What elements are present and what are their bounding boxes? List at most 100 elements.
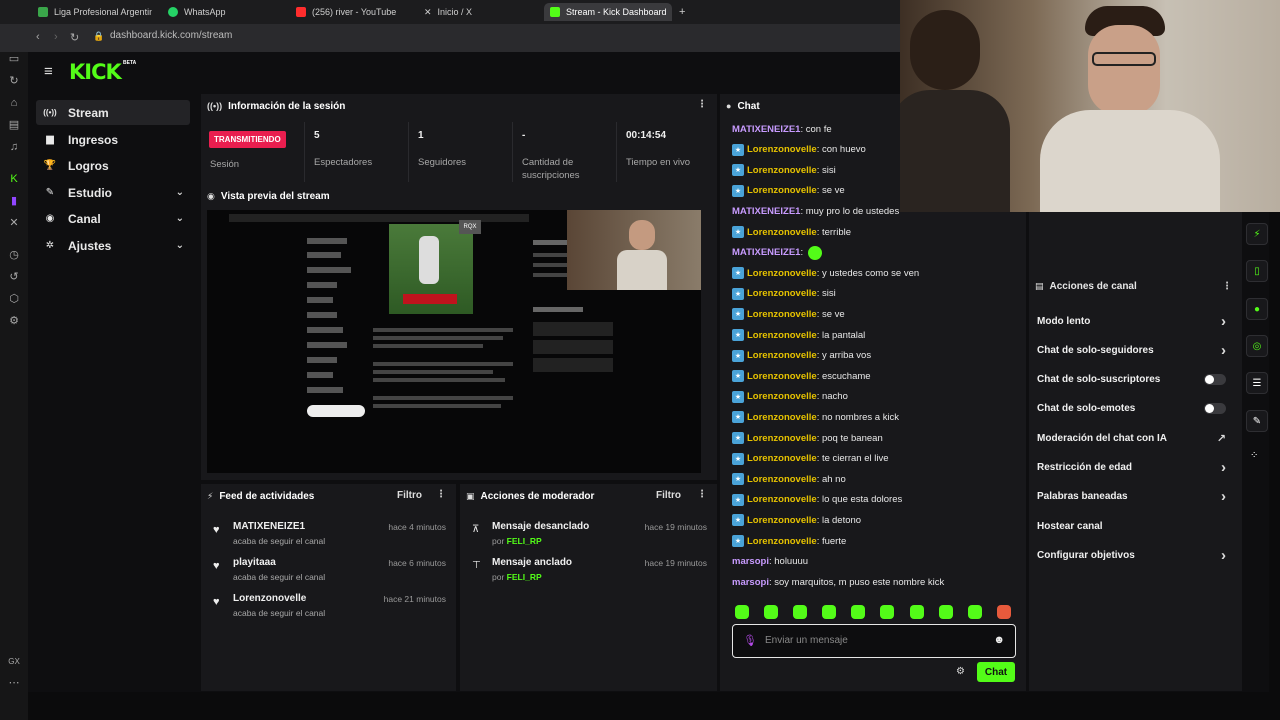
chat-username[interactable]: Lorenzonovelle [747, 494, 817, 505]
music-icon[interactable]: ♫ [7, 140, 21, 154]
emote-icon[interactable] [997, 605, 1011, 619]
tab-liga[interactable]: Liga Profesional Argentina [32, 3, 152, 21]
emote-icon[interactable] [910, 605, 924, 619]
quick-action-broadcast-icon[interactable]: ◎ [1246, 335, 1268, 357]
back-icon[interactable]: ‹ [36, 31, 40, 43]
chat-username[interactable]: Lorenzonovelle [747, 474, 817, 485]
chevron-down-icon[interactable]: ⌄ [176, 213, 184, 224]
chat-settings-gear-icon[interactable]: ⚙ [956, 666, 965, 677]
more-icon[interactable]: ⋯ [7, 676, 21, 690]
quick-action-card-icon[interactable]: ▯ [1246, 260, 1268, 282]
channel-action-item[interactable]: Configurar objetivos › [1037, 545, 1232, 565]
chevron-down-icon[interactable]: ⌄ [176, 187, 184, 198]
channel-action-item[interactable]: Restricción de edad › [1037, 458, 1232, 478]
chat-username[interactable]: Lorenzonovelle [747, 371, 817, 382]
chat-send-button[interactable]: Chat [977, 662, 1015, 682]
sidebar-item-canal[interactable]: ◉ Canal ⌄ [36, 206, 190, 231]
sidebar-item-logros[interactable]: 🏆 Logros [36, 153, 190, 178]
kick-logo[interactable]: KICK [69, 60, 122, 84]
tab-whatsapp[interactable]: WhatsApp [162, 3, 282, 21]
chat-username[interactable]: Lorenzonovelle [747, 515, 817, 526]
emote-icon[interactable] [968, 605, 982, 619]
url-field[interactable]: dashboard.kick.com/stream [110, 30, 232, 41]
chat-username[interactable]: Lorenzonovelle [747, 144, 817, 155]
chat-username[interactable]: Lorenzonovelle [747, 350, 817, 361]
chat-username[interactable]: MATIXENEIZE1 [732, 206, 800, 217]
forward-icon[interactable]: › [54, 31, 58, 43]
chat-username[interactable]: Lorenzonovelle [747, 391, 817, 402]
channel-action-item[interactable]: Moderación del chat con IA ↗ [1037, 428, 1232, 448]
quick-action-list-icon[interactable]: ☰ [1246, 372, 1268, 394]
x-icon[interactable]: ✕ [7, 216, 21, 230]
chat-username[interactable]: Lorenzonovelle [747, 536, 817, 547]
filter-button[interactable]: Filtro [656, 490, 681, 501]
emote-icon[interactable] [735, 605, 749, 619]
emote-icon[interactable] [851, 605, 865, 619]
hamburger-menu-icon[interactable]: ≡ [44, 63, 53, 80]
more-options-icon[interactable]: ⋮ [697, 99, 707, 110]
quick-action-share-icon[interactable]: ⁘ [1250, 450, 1258, 461]
tab-x[interactable]: ✕ Inicio / X [418, 3, 538, 21]
emoji-icon[interactable]: ☻ [993, 634, 1005, 646]
chat-username[interactable]: Lorenzonovelle [747, 165, 817, 176]
channel-action-item[interactable]: Chat de solo-suscriptores [1037, 370, 1232, 390]
moderator-user[interactable]: FELI_RP [507, 536, 542, 546]
clock-icon[interactable]: ◷ [7, 248, 21, 262]
emote-icon[interactable] [764, 605, 778, 619]
panel-icon[interactable]: ▭ [7, 52, 21, 66]
chat-username[interactable]: MATIXENEIZE1 [732, 247, 800, 258]
chat-username[interactable]: MATIXENEIZE1 [732, 124, 800, 135]
stream-preview-image[interactable]: RQX [207, 210, 701, 473]
refresh-icon[interactable]: ↻ [7, 74, 21, 88]
gear-icon[interactable]: ⚙ [7, 314, 21, 328]
chat-username[interactable]: Lorenzonovelle [747, 185, 817, 196]
chat-username[interactable]: marsopi [732, 556, 769, 567]
channel-action-item[interactable]: Modo lento › [1037, 311, 1232, 331]
channel-action-item[interactable]: Palabras baneadas › [1037, 487, 1232, 507]
quick-action-chat-icon[interactable]: ● [1246, 298, 1268, 320]
shop-icon[interactable]: ⌂ [7, 96, 21, 110]
chat-username[interactable]: Lorenzonovelle [747, 268, 817, 279]
chat-username[interactable]: Lorenzonovelle [747, 453, 817, 464]
chat-username[interactable]: Lorenzonovelle [747, 412, 817, 423]
more-options-icon[interactable]: ⋮ [436, 489, 446, 500]
chat-input-box[interactable]: 🎙 Enviar un mensaje ☻ [732, 624, 1016, 658]
emote-icon[interactable] [939, 605, 953, 619]
chat-username[interactable]: Lorenzonovelle [747, 288, 817, 299]
chat-username[interactable]: Lorenzonovelle [747, 309, 817, 320]
sidebar-item-estudio[interactable]: ✎ Estudio ⌄ [36, 180, 190, 205]
cube-icon[interactable]: ⬡ [7, 292, 21, 306]
channel-action-item[interactable]: Hostear canal [1037, 516, 1232, 536]
chat-username[interactable]: Lorenzonovelle [747, 330, 817, 341]
news-icon[interactable]: ▤ [7, 118, 21, 132]
more-options-icon[interactable]: ⋮ [1222, 281, 1232, 292]
history-icon[interactable]: ↺ [7, 270, 21, 284]
chat-username[interactable]: Lorenzonovelle [747, 227, 817, 238]
channel-action-item[interactable]: Chat de solo-emotes [1037, 399, 1232, 419]
microphone-icon[interactable]: 🎙 [743, 634, 757, 647]
reload-icon[interactable]: ↻ [70, 31, 79, 44]
channel-action-item[interactable]: Chat de solo-seguidores › [1037, 340, 1232, 360]
quick-action-tool-icon[interactable]: ✎ [1246, 410, 1268, 432]
sidebar-item-ajustes[interactable]: ✲ Ajustes ⌄ [36, 233, 190, 258]
quick-action-bolt-icon[interactable]: ⚡ [1246, 223, 1268, 245]
twitch-icon[interactable]: ▮ [7, 194, 21, 208]
sidebar-item-stream[interactable]: ((•)) Stream [36, 100, 190, 125]
more-options-icon[interactable]: ⋮ [697, 489, 707, 500]
new-tab-button[interactable]: + [673, 3, 689, 21]
sidebar-item-ingresos[interactable]: ▆ Ingresos [36, 127, 190, 152]
toggle-switch[interactable] [1204, 374, 1226, 386]
emote-icon[interactable] [880, 605, 894, 619]
tab-kick-dashboard[interactable]: Stream - Kick Dashboard [544, 3, 672, 21]
emote-icon[interactable] [822, 605, 836, 619]
toggle-switch[interactable] [1204, 403, 1226, 415]
emote-icon[interactable] [793, 605, 807, 619]
chat-username[interactable]: marsopi [732, 577, 769, 588]
chat-username[interactable]: Lorenzonovelle [747, 433, 817, 444]
filter-button[interactable]: Filtro [397, 490, 422, 501]
moderator-user[interactable]: FELI_RP [507, 572, 542, 582]
chevron-down-icon[interactable]: ⌄ [176, 240, 184, 251]
tab-youtube[interactable]: (256) river - YouTube [290, 3, 410, 21]
subscriber-badge-icon: ★ [732, 308, 744, 321]
kick-icon[interactable]: K [7, 172, 21, 186]
